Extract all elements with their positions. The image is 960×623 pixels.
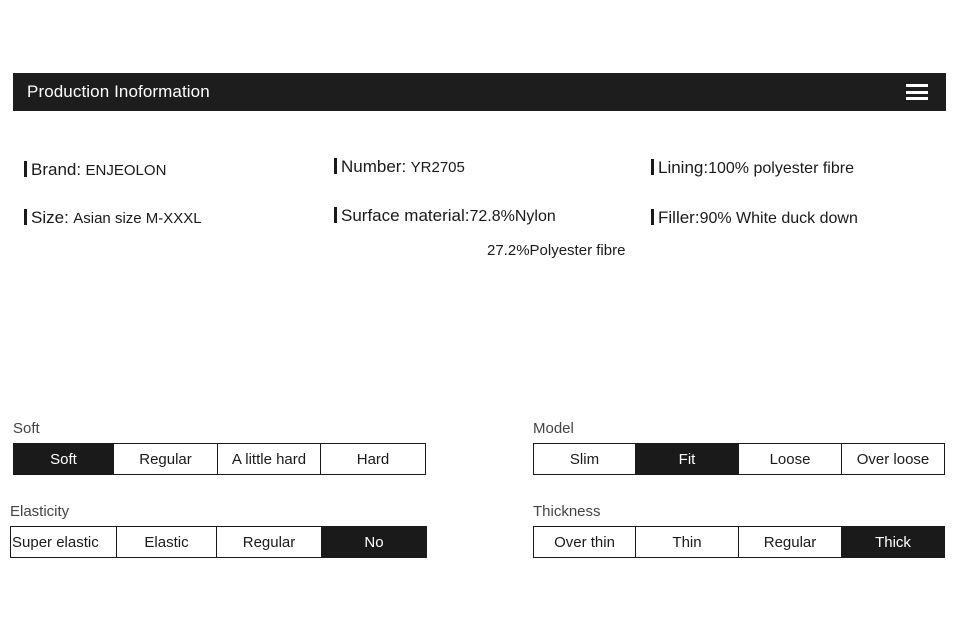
option-soft-1[interactable]: Regular	[114, 443, 218, 475]
option-group-soft: Soft Soft Regular A little hard Hard	[13, 420, 426, 475]
info-surface-material-value: 72.8%Nylon	[469, 208, 556, 225]
info-number-value: YR2705	[410, 159, 465, 176]
info-surface-material-value-2: 27.2%Polyester fibre	[487, 242, 626, 259]
info-size-value: Asian size M-XXXL	[73, 210, 202, 227]
option-soft-3[interactable]: Hard	[321, 443, 426, 475]
option-group-model: Model Slim Fit Loose Over loose	[533, 420, 945, 475]
info-filler-label: Filler:	[658, 208, 700, 227]
option-group-thickness: Thickness Over thin Thin Regular Thick	[533, 503, 945, 558]
option-soft-0[interactable]: Soft	[13, 443, 114, 475]
info-number-label: Number:	[341, 157, 407, 176]
bullet-tick-icon	[651, 209, 654, 225]
bullet-tick-icon	[334, 158, 337, 174]
info-lining-value: 100% polyester fibre	[708, 160, 854, 177]
bullet-tick-icon	[24, 161, 27, 177]
info-surface-material: Surface material:72.8%Nylon	[334, 206, 556, 226]
info-size: Size: Asian size M-XXXL	[24, 208, 202, 228]
option-elasticity-3[interactable]: No	[322, 526, 427, 558]
info-brand-value: ENJEOLON	[85, 162, 167, 179]
product-info-section: Brand: ENJEOLON Size: Asian size M-XXXL …	[0, 148, 960, 283]
option-elasticity-0[interactable]: Super elastic	[10, 526, 117, 558]
bullet-tick-icon	[334, 207, 337, 223]
hamburger-menu-icon[interactable]	[906, 84, 928, 100]
option-model-0[interactable]: Slim	[533, 443, 636, 475]
info-size-label: Size:	[31, 208, 69, 227]
option-group-model-label: Model	[533, 420, 574, 437]
hamburger-bar-1	[906, 84, 928, 87]
info-brand: Brand: ENJEOLON	[24, 160, 166, 180]
info-filler-value: 90% White duck down	[699, 210, 858, 227]
info-lining-label: Lining:	[658, 158, 709, 177]
option-thickness-3[interactable]: Thick	[842, 526, 945, 558]
option-group-elasticity-label: Elasticity	[10, 503, 70, 520]
option-row-soft: Soft Regular A little hard Hard	[13, 443, 426, 475]
info-number: Number: YR2705	[334, 157, 465, 177]
page-title: Production Inoformation	[27, 82, 210, 101]
option-thickness-1[interactable]: Thin	[636, 526, 739, 558]
bullet-tick-icon	[651, 159, 654, 175]
info-lining: Lining:100% polyester fibre	[651, 158, 854, 178]
option-elasticity-2[interactable]: Regular	[217, 526, 322, 558]
option-row-thickness: Over thin Thin Regular Thick	[533, 526, 945, 558]
option-thickness-0[interactable]: Over thin	[533, 526, 636, 558]
bullet-tick-icon	[24, 209, 27, 225]
option-model-2[interactable]: Loose	[739, 443, 842, 475]
hamburger-bar-2	[906, 90, 928, 94]
option-elasticity-1[interactable]: Elastic	[117, 526, 217, 558]
info-brand-label: Brand:	[31, 160, 82, 179]
hamburger-bar-3	[906, 97, 928, 100]
option-model-1[interactable]: Fit	[636, 443, 739, 475]
option-group-thickness-label: Thickness	[533, 503, 601, 520]
option-group-soft-label: Soft	[13, 420, 40, 437]
option-thickness-2[interactable]: Regular	[739, 526, 842, 558]
option-model-3[interactable]: Over loose	[842, 443, 945, 475]
option-row-elasticity: Super elastic Elastic Regular No	[10, 526, 427, 558]
page-header-bar: Production Inoformation	[13, 73, 946, 111]
option-soft-2[interactable]: A little hard	[218, 443, 321, 475]
option-group-elasticity: Elasticity Super elastic Elastic Regular…	[10, 503, 427, 558]
info-surface-material-label: Surface material:	[341, 206, 470, 225]
option-row-model: Slim Fit Loose Over loose	[533, 443, 945, 475]
info-filler: Filler:90% White duck down	[651, 208, 858, 228]
